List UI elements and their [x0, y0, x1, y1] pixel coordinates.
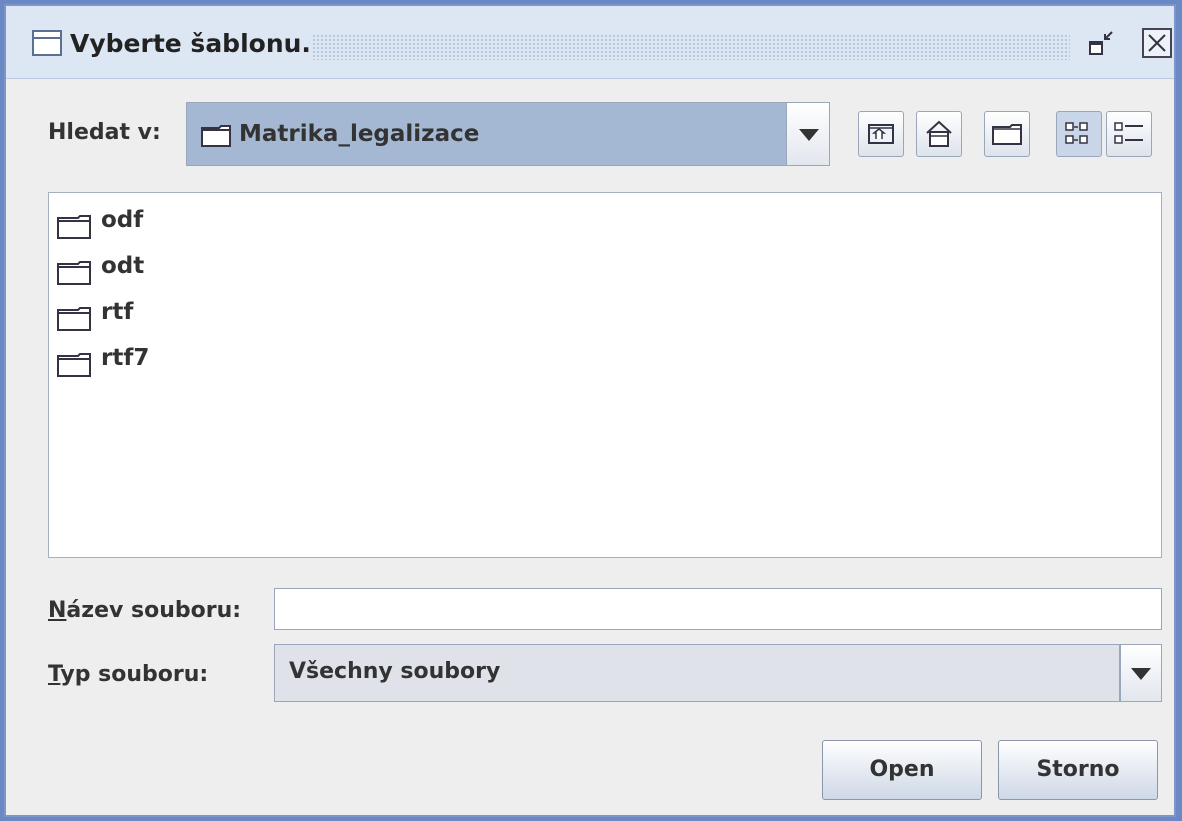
list-item-label: rtf — [101, 299, 134, 325]
chevron-down-icon — [1131, 668, 1151, 680]
file-name-label-text: ázev souboru: — [66, 598, 242, 623]
file-type-mnemonic: T — [48, 662, 61, 687]
list-item-label: rtf7 — [101, 345, 150, 371]
close-icon[interactable] — [1142, 28, 1172, 58]
details-view-button[interactable] — [1106, 111, 1152, 157]
list-view-icon — [1065, 122, 1088, 144]
window-title: Vyberte šablonu. — [70, 29, 311, 58]
file-name-mnemonic: N — [48, 598, 67, 623]
file-type-label-text: yp souboru: — [60, 662, 209, 687]
look-in-combobox[interactable]: Matrika_legalizace — [186, 102, 830, 166]
new-folder-button[interactable] — [984, 111, 1030, 157]
look-in-label: Hledat v: — [48, 120, 161, 145]
chevron-down-icon — [799, 129, 819, 141]
home-icon — [926, 120, 952, 147]
window-icon — [32, 30, 62, 56]
up-folder-button[interactable] — [858, 111, 904, 157]
file-type-dropdown-button[interactable] — [1120, 644, 1162, 702]
list-item-label: odt — [101, 253, 145, 279]
folder-icon — [57, 261, 91, 285]
cancel-button[interactable]: Storno — [998, 740, 1158, 800]
file-name-label: Název souboru: — [48, 598, 241, 623]
look-in-selected: Matrika_legalizace — [187, 103, 787, 165]
folder-icon — [57, 307, 91, 331]
title-bar[interactable]: Vyberte šablonu. — [6, 6, 1174, 79]
folder-icon — [57, 215, 91, 239]
list-view-button[interactable] — [1056, 111, 1102, 157]
list-item-label: odf — [101, 207, 144, 233]
folder-icon — [201, 125, 231, 147]
home-button[interactable] — [916, 111, 962, 157]
look-in-value: Matrika_legalizace — [239, 121, 480, 147]
file-type-label: Typ souboru: — [48, 662, 208, 687]
up-folder-icon — [868, 124, 894, 144]
restore-icon[interactable] — [1088, 30, 1118, 60]
title-bar-texture — [312, 34, 1070, 60]
file-name-input[interactable] — [274, 588, 1162, 630]
file-chooser-dialog: Vyberte šablonu. Hledat v: Matrika_legal… — [4, 4, 1176, 817]
file-list[interactable]: odf odt rtf rtf7 — [48, 192, 1162, 558]
new-folder-icon — [992, 124, 1022, 145]
open-button[interactable]: Open — [822, 740, 982, 800]
file-type-combobox[interactable]: Všechny soubory — [274, 644, 1120, 702]
look-in-dropdown-button[interactable] — [786, 102, 830, 166]
file-type-value: Všechny soubory — [289, 659, 501, 684]
folder-icon — [57, 353, 91, 377]
details-view-icon — [1114, 122, 1143, 144]
